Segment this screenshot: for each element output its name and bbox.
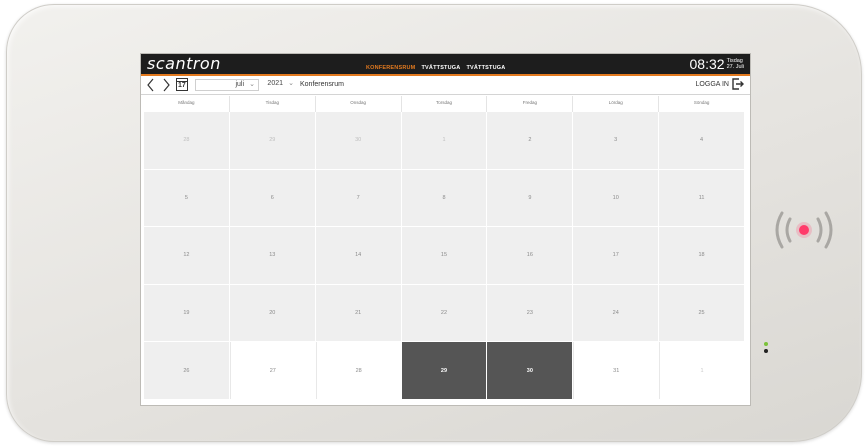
- calendar-day-cell[interactable]: 14: [315, 227, 401, 284]
- calendar-day-cell[interactable]: 22: [401, 284, 487, 342]
- calendar-day-cell[interactable]: 12: [144, 227, 229, 284]
- calendar-day-cell[interactable]: 29: [401, 342, 487, 399]
- calendar-day-cell[interactable]: 17: [573, 227, 659, 284]
- calendar-day-cell[interactable]: 27: [229, 342, 315, 399]
- prev-month-button[interactable]: [146, 77, 156, 93]
- next-month-button[interactable]: [161, 77, 171, 93]
- weekday-label: Fredag: [487, 96, 574, 112]
- clock: 08:32 Tisdag 27. Juli: [690, 55, 744, 73]
- chevron-left-icon: [147, 78, 154, 92]
- status-led-green: [764, 342, 768, 346]
- chevron-down-icon: ⌄: [249, 81, 255, 88]
- calendar-day-cell[interactable]: 21: [315, 284, 401, 342]
- room-name: Konferensrum: [300, 81, 344, 88]
- weekday-label: Tisdag: [230, 96, 316, 112]
- calendar-day-cell[interactable]: 3: [573, 112, 659, 169]
- rfid-icon: [775, 211, 833, 249]
- login-label: LOGGA IN: [695, 80, 729, 88]
- calendar-day-cell[interactable]: 23: [487, 284, 573, 342]
- calendar-day-cell[interactable]: 8: [401, 169, 487, 227]
- weekday-label: Måndag: [144, 96, 230, 112]
- year-select[interactable]: 2021 ⌄: [257, 79, 297, 91]
- clock-day: 27. Juli: [726, 64, 744, 70]
- month-select[interactable]: juli ⌄: [195, 79, 259, 91]
- calendar-day-cell[interactable]: 30: [487, 342, 573, 399]
- calendar-day-cell[interactable]: 5: [144, 169, 229, 227]
- calendar-day-cell[interactable]: 29: [229, 112, 315, 169]
- calendar-day-cell[interactable]: 16: [487, 227, 573, 284]
- calendar-day-cell[interactable]: 9: [487, 169, 573, 227]
- chevron-down-icon: ⌄: [288, 80, 294, 87]
- calendar-day-cell[interactable]: 11: [659, 169, 744, 227]
- calendar-day-cell[interactable]: 15: [401, 227, 487, 284]
- brand-logo: scantron: [147, 54, 221, 73]
- status-leds: [764, 342, 768, 356]
- calendar-day-cell[interactable]: 7: [315, 169, 401, 227]
- status-led-dark: [764, 349, 768, 353]
- clock-time: 08:32: [689, 56, 725, 72]
- calendar-day-cell[interactable]: 13: [229, 227, 315, 284]
- calendar-day-cell[interactable]: 28: [144, 112, 229, 169]
- top-bar: scantron KONFERENSRUM TVÄTTSTUGA TVÄTTST…: [141, 54, 750, 76]
- weekday-label: Torsdag: [402, 96, 488, 112]
- calendar-day-cell[interactable]: 6: [229, 169, 315, 227]
- calendar-day-cell[interactable]: 31: [573, 342, 659, 399]
- calendar-day-cell[interactable]: 18: [659, 227, 744, 284]
- year-value: 2021: [267, 80, 283, 87]
- calendar-day-cell[interactable]: 1: [659, 342, 744, 399]
- tab-konferensrum[interactable]: KONFERENSRUM: [366, 65, 415, 74]
- calendar-day-cell[interactable]: 10: [573, 169, 659, 227]
- calendar-icon[interactable]: 17: [176, 78, 188, 91]
- calendar-day-cell[interactable]: 19: [144, 284, 229, 342]
- weekday-label: Lördag: [573, 96, 660, 112]
- calendar-day-cell[interactable]: 26: [144, 342, 229, 399]
- logout-icon: [732, 78, 744, 90]
- tab-tvattstuga-2[interactable]: TVÄTTSTUGA: [466, 65, 505, 74]
- tab-tvattstuga-1[interactable]: TVÄTTSTUGA: [421, 65, 460, 74]
- clock-date: Tisdag 27. Juli: [727, 58, 744, 70]
- room-tabs: KONFERENSRUM TVÄTTSTUGA TVÄTTSTUGA: [366, 54, 505, 74]
- chevron-right-icon: [163, 78, 170, 92]
- calendar-toolbar: 17 juli ⌄ 2021 ⌄ Konferensrum LOGGA IN: [141, 76, 750, 95]
- weekday-header: Måndag Tisdag Onsdag Torsdag Fredag Lörd…: [144, 96, 744, 112]
- calendar-day-cell[interactable]: 1: [401, 112, 487, 169]
- calendar-day-cell[interactable]: 28: [315, 342, 401, 399]
- calendar-day-cell[interactable]: 4: [659, 112, 744, 169]
- calendar-day-cell[interactable]: 25: [659, 284, 744, 342]
- calendar-day-cell[interactable]: 2: [487, 112, 573, 169]
- calendar-grid: 28 29 30 1 2 3 4 5 6 7 8 9 10 11 12 13 14 15 16 17 18 19 20 21 2…: [144, 112, 744, 399]
- screen: scantron KONFERENSRUM TVÄTTSTUGA TVÄTTST…: [141, 54, 750, 405]
- login-button[interactable]: LOGGA IN: [696, 78, 744, 90]
- calendar-day-cell[interactable]: 20: [229, 284, 315, 342]
- calendar-day-cell[interactable]: 30: [315, 112, 401, 169]
- month-value: juli: [235, 81, 244, 88]
- weekday-label: Söndag: [693, 100, 710, 105]
- calendar-day-cell[interactable]: 24: [573, 284, 659, 342]
- weekday-label: Onsdag: [316, 96, 402, 112]
